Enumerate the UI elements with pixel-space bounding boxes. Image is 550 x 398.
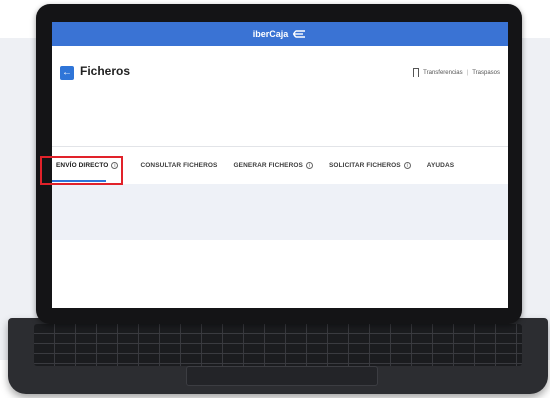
brand-logo[interactable]: iberCaja — [253, 29, 308, 39]
tab-label: CONSULTAR FICHEROS — [140, 161, 218, 169]
content-area — [52, 184, 508, 240]
page-title: Ficheros — [80, 64, 131, 78]
arrow-left-icon: ← — [62, 67, 72, 78]
header-links: Transferencias | Traspasos — [413, 68, 500, 77]
top-bar: iberCaja — [52, 22, 508, 46]
highlight-box — [40, 156, 123, 185]
trackpad — [186, 366, 378, 386]
bookmark-icon — [413, 68, 420, 77]
tab-generar-ficheros[interactable]: GENERAR FICHEROS i — [226, 161, 322, 169]
tab-ayudas[interactable]: AYUDAS — [419, 162, 462, 169]
link-traspasos[interactable]: Traspasos — [472, 70, 500, 76]
link-separator: | — [466, 69, 469, 76]
brand-name: iberCaja — [252, 29, 289, 39]
page-header — [52, 46, 508, 146]
tab-label: SOLICITAR FICHEROS — [329, 161, 401, 169]
ibercaja-logo-icon — [293, 30, 306, 38]
laptop-keyboard-base — [8, 318, 548, 394]
info-icon[interactable]: i — [403, 161, 411, 169]
back-button[interactable]: ← — [60, 66, 74, 80]
tab-label: AYUDAS — [426, 161, 455, 169]
link-transferencias[interactable]: Transferencias — [423, 70, 462, 76]
keyboard-rows — [34, 324, 522, 366]
tab-label: GENERAR FICHEROS — [233, 161, 303, 169]
info-icon[interactable]: i — [306, 161, 313, 169]
tab-solicitar-ficheros[interactable]: SOLICITAR FICHEROS i — [321, 161, 419, 169]
tab-consultar-ficheros[interactable]: CONSULTAR FICHEROS — [126, 162, 225, 169]
content-footer — [52, 240, 508, 308]
